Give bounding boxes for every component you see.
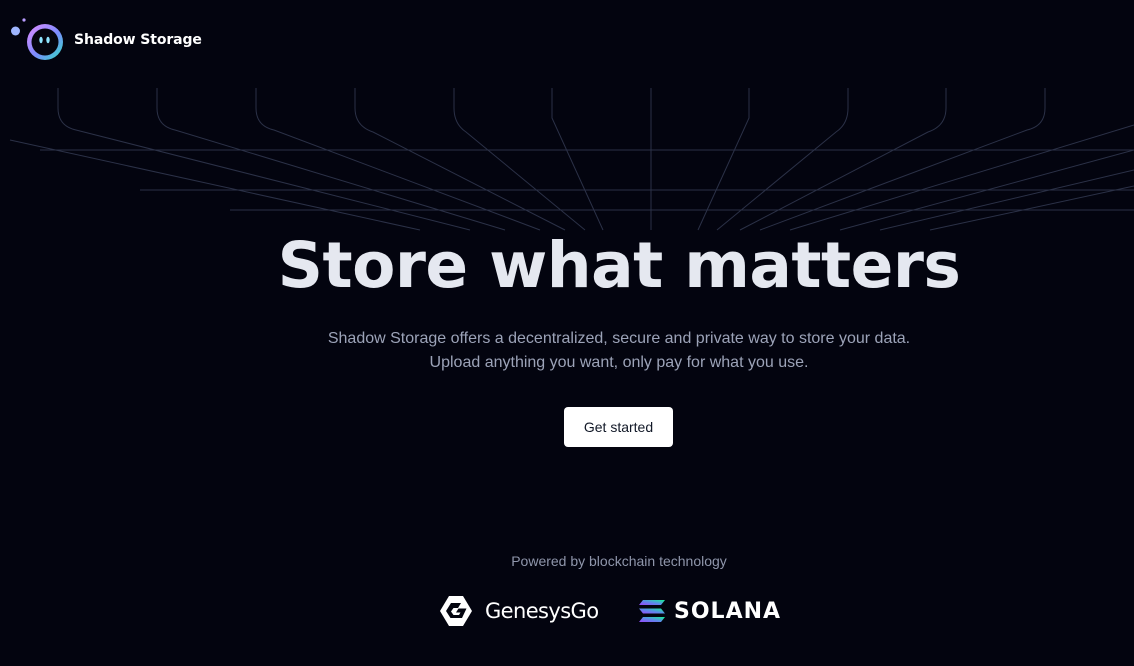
solana-name: SOLANA — [674, 598, 782, 624]
hero-subtitle: Shadow Storage offers a decentralized, s… — [0, 327, 1134, 375]
get-started-button[interactable]: Get started — [564, 407, 673, 447]
partner-genesysgo[interactable]: GenesysGo — [439, 594, 599, 628]
genesysgo-name: GenesysGo — [485, 599, 599, 623]
brand-name: Shadow Storage — [74, 32, 202, 48]
genesysgo-logo-icon — [440, 596, 472, 626]
hero-subtitle-line-1: Shadow Storage offers a decentralized, s… — [327, 330, 911, 347]
hero-title: Store what matters — [277, 229, 961, 302]
shadow-storage-logo-icon — [11, 18, 63, 60]
solana-logo-icon — [639, 600, 665, 622]
powered-by-text: Powered by blockchain technology — [511, 553, 727, 569]
brand-home-link[interactable]: Shadow Storage — [11, 17, 202, 63]
landing-page: Shadow Storage Store what matters Shadow… — [0, 0, 1134, 666]
partner-solana[interactable]: SOLANA — [638, 598, 781, 624]
hero-subtitle-line-2: Upload anything you want, only pay for w… — [429, 354, 809, 371]
